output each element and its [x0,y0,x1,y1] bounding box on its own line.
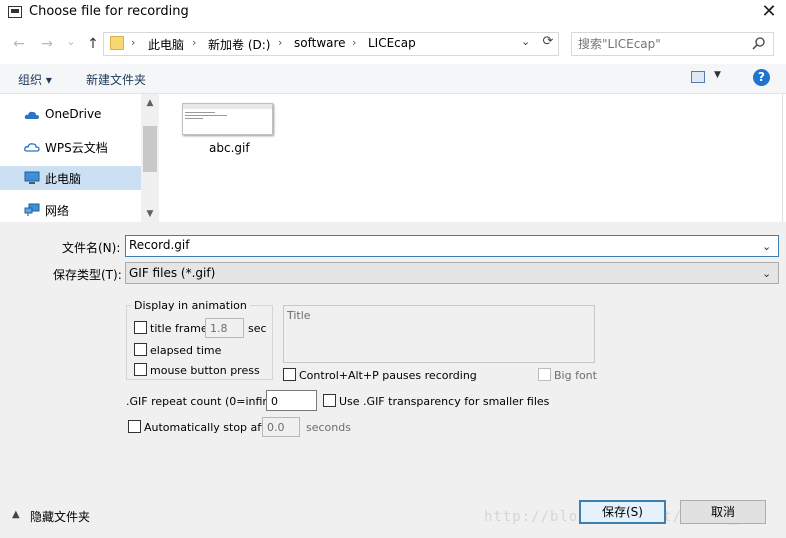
sidebar-item-onedrive[interactable]: OneDrive [0,103,141,127]
recent-locations-icon[interactable]: ⌄ [62,33,80,51]
breadcrumb-separator[interactable]: › [352,36,356,49]
sidebar-item-label: 此电脑 [45,172,82,186]
scroll-up-icon[interactable]: ▲ [143,98,157,108]
forward-icon[interactable]: → [38,35,56,53]
mouse-button-checkbox[interactable] [134,363,147,376]
scroll-down-icon[interactable]: ▼ [143,209,157,219]
title-textbox[interactable] [283,305,595,363]
change-view-icon[interactable] [691,71,705,83]
app-icon [8,6,22,18]
breadcrumb-licecap[interactable]: LICEcap [368,36,416,50]
sidebar-item-wps-cloud[interactable]: WPS云文档 [0,135,141,159]
title-placeholder: Title [287,309,311,322]
cloud-icon [24,111,39,119]
sidebar-item-label: OneDrive [45,107,102,121]
chevron-down-icon[interactable]: ⌄ [762,240,771,253]
elapsed-time-label: elapsed time [150,344,222,357]
sidebar-item-this-pc[interactable]: 此电脑 [0,166,141,190]
repeat-count-value: 0 [271,395,278,408]
up-icon[interactable]: ↑ [84,35,102,53]
hide-folders-toggle[interactable]: 隐藏文件夹 [30,508,90,525]
thumbnail-titlebar [183,104,272,109]
network-icon [24,203,40,216]
refresh-icon[interactable]: ⟳ [540,34,556,52]
big-font-label: Big font [554,369,597,382]
scrollbar-thumb[interactable] [143,126,157,172]
breadcrumb-separator[interactable]: › [278,36,282,49]
transparency-label: Use .GIF transparency for smaller files [339,395,550,408]
folder-icon [110,36,124,50]
title-frame-checkbox[interactable] [134,321,147,334]
chevron-up-icon[interactable]: ▲ [12,509,20,520]
breadcrumb-separator: › [131,36,136,49]
seconds-unit-label: seconds [306,421,351,434]
filetype-label: 保存类型(T): [53,268,122,282]
search-input[interactable] [578,37,728,51]
pause-hotkey-checkbox[interactable] [283,368,296,381]
sidebar-item-label: 网络 [45,204,70,218]
back-icon[interactable]: ← [10,35,28,53]
search-icon[interactable] [751,36,767,52]
filename-label: 文件名(N): [62,241,121,255]
elapsed-time-checkbox[interactable] [134,343,147,356]
chevron-down-icon[interactable]: ⌄ [762,267,771,280]
sec-unit-label: sec [248,322,267,335]
file-name-label[interactable]: abc.gif [209,141,250,155]
breadcrumb-separator[interactable]: › [192,36,196,49]
breadcrumb-this-pc[interactable]: 此电脑 [148,36,184,53]
filetype-select[interactable] [125,262,779,284]
title-frame-value: 1.8 [210,322,228,335]
new-folder-button[interactable]: 新建文件夹 [86,71,146,88]
sidebar-item-network[interactable]: 网络 [0,198,141,222]
filename-input[interactable] [129,238,749,252]
cloud-outline-icon [24,143,40,152]
title-frame-label: title frame: [150,322,212,335]
transparency-checkbox[interactable] [323,394,336,407]
group-label: Display in animation [131,299,250,312]
thumbnail-detail [185,112,215,113]
thumbnail-detail [185,118,203,119]
breadcrumb-drive-d[interactable]: 新加卷 (D:) [208,36,270,53]
big-font-checkbox[interactable] [538,368,551,381]
window-title: Choose file for recording [29,4,189,19]
auto-stop-label: Automatically stop after [144,421,277,434]
view-options-dropdown[interactable]: ▼ [714,70,721,80]
pane-divider [782,94,783,222]
save-button[interactable]: 保存(S) [579,500,666,524]
computer-icon [24,171,40,184]
help-icon[interactable]: ? [753,69,770,86]
close-button[interactable]: ✕ [759,2,779,22]
mouse-button-label: mouse button press [150,364,260,377]
organize-menu[interactable]: 组织 ▾ [18,71,52,88]
auto-stop-checkbox[interactable] [128,420,141,433]
address-dropdown-icon[interactable]: ⌄ [521,35,530,48]
pause-hotkey-label: Control+Alt+P pauses recording [299,369,477,382]
filetype-value: GIF files (*.gif) [129,266,216,280]
cancel-button[interactable]: 取消 [680,500,766,524]
breadcrumb-software[interactable]: software [294,36,346,50]
auto-stop-value: 0.0 [267,421,285,434]
thumbnail-detail [185,115,227,116]
sidebar-item-label: WPS云文档 [45,141,108,155]
